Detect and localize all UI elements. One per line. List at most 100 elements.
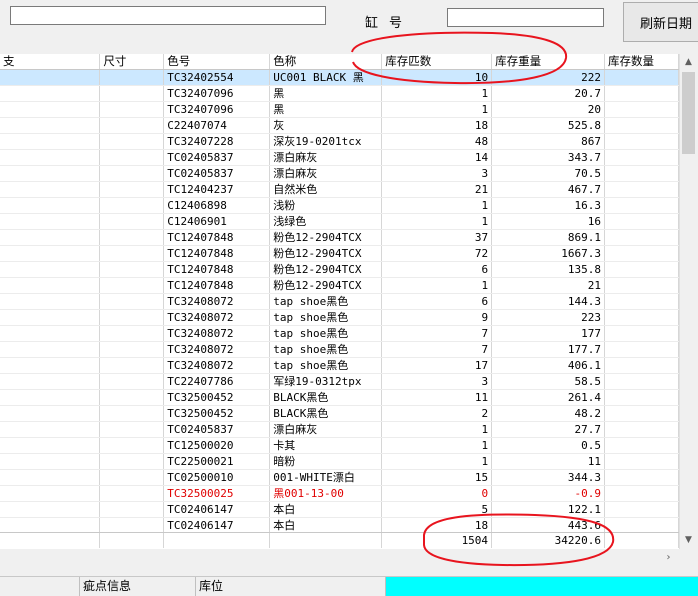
cell-stock-pieces[interactable]: 2 <box>381 405 493 422</box>
cell-branch[interactable] <box>0 389 101 406</box>
col-header-stock-weight[interactable]: 库存重量 <box>491 54 605 70</box>
cell-stock-weight[interactable]: 869.1 <box>491 229 605 246</box>
cell-size[interactable] <box>99 149 165 166</box>
cell-color-name[interactable]: BLACK黑色 <box>269 389 383 406</box>
cell-stock-pieces[interactable]: 14 <box>381 149 493 166</box>
vat-number-input[interactable] <box>447 8 604 27</box>
table-row[interactable]: TC32500452 BLACK黑色 2 48.2 <box>0 405 679 422</box>
cell-stock-quantity[interactable] <box>604 341 679 358</box>
cell-branch[interactable] <box>0 261 101 278</box>
cell-stock-quantity[interactable] <box>604 501 679 518</box>
cell-color-code[interactable]: C12406901 <box>163 213 271 230</box>
cell-stock-quantity[interactable] <box>604 213 679 230</box>
table-row[interactable]: TC22407786 军绿19-0312tpx 3 58.5 <box>0 373 679 390</box>
cell-size[interactable] <box>99 85 165 102</box>
cell-color-name[interactable]: 深灰19-0201tcx <box>269 133 383 150</box>
cell-color-name[interactable]: BLACK黑色 <box>269 405 383 422</box>
cell-size[interactable] <box>99 437 165 454</box>
cell-stock-quantity[interactable] <box>604 437 679 454</box>
cell-color-code[interactable]: TC32402554 <box>163 69 271 86</box>
cell-stock-weight[interactable]: 20 <box>491 101 605 118</box>
cell-stock-pieces[interactable]: 1 <box>381 101 493 118</box>
filter-input[interactable] <box>10 6 326 25</box>
cell-stock-quantity[interactable] <box>604 277 679 294</box>
cell-size[interactable] <box>99 293 165 310</box>
cell-color-code[interactable]: TC02500010 <box>163 469 271 486</box>
cell-stock-quantity[interactable] <box>604 485 679 502</box>
cell-color-name[interactable]: 漂白麻灰 <box>269 421 383 438</box>
table-row[interactable]: TC32407096 黑 1 20.7 <box>0 85 679 102</box>
cell-stock-pieces[interactable]: 1 <box>381 213 493 230</box>
cell-stock-quantity[interactable] <box>604 453 679 470</box>
cell-color-code[interactable]: TC32407228 <box>163 133 271 150</box>
cell-stock-pieces[interactable]: 3 <box>381 373 493 390</box>
col-header-branch[interactable]: 支 <box>0 54 101 70</box>
cell-branch[interactable] <box>0 197 101 214</box>
table-row[interactable]: TC02406147 本白 5 122.1 <box>0 501 679 518</box>
cell-color-code[interactable]: TC12407848 <box>163 245 271 262</box>
cell-stock-quantity[interactable] <box>604 293 679 310</box>
cell-branch[interactable] <box>0 181 101 198</box>
cell-branch[interactable] <box>0 133 101 150</box>
cell-branch[interactable] <box>0 421 101 438</box>
cell-stock-quantity[interactable] <box>604 261 679 278</box>
cell-color-name[interactable]: 粉色12-2904TCX <box>269 277 383 294</box>
cell-size[interactable] <box>99 453 165 470</box>
cell-size[interactable] <box>99 325 165 342</box>
cell-branch[interactable] <box>0 229 101 246</box>
table-row[interactable]: TC32407228 深灰19-0201tcx 48 867 <box>0 133 679 150</box>
cell-color-name[interactable]: tap shoe黑色 <box>269 357 383 374</box>
cell-stock-quantity[interactable] <box>604 357 679 374</box>
cell-branch[interactable] <box>0 213 101 230</box>
cell-stock-quantity[interactable] <box>604 133 679 150</box>
refresh-date-button[interactable]: 刷新日期 <box>623 2 698 42</box>
cell-color-name[interactable]: 暗粉 <box>269 453 383 470</box>
cell-color-name[interactable]: 本白 <box>269 501 383 518</box>
cell-stock-quantity[interactable] <box>604 373 679 390</box>
cell-stock-pieces[interactable]: 7 <box>381 325 493 342</box>
cell-size[interactable] <box>99 389 165 406</box>
cell-color-name[interactable]: tap shoe黑色 <box>269 293 383 310</box>
cell-size[interactable] <box>99 197 165 214</box>
table-row[interactable]: C12406901 浅绿色 1 16 <box>0 213 679 230</box>
cell-branch[interactable] <box>0 453 101 470</box>
cell-color-code[interactable]: TC32500025 <box>163 485 271 502</box>
cell-stock-pieces[interactable]: 9 <box>381 309 493 326</box>
col-header-color-name[interactable]: 色称 <box>269 54 383 70</box>
cell-stock-weight[interactable]: 58.5 <box>491 373 605 390</box>
table-row[interactable]: TC12407848 粉色12-2904TCX 37 869.1 <box>0 229 679 246</box>
cell-size[interactable] <box>99 469 165 486</box>
col-header-stock-pieces[interactable]: 库存匹数 <box>381 54 493 70</box>
cell-branch[interactable] <box>0 165 101 182</box>
cell-color-code[interactable]: TC02405837 <box>163 421 271 438</box>
cell-color-name[interactable]: 本白 <box>269 517 383 532</box>
cell-stock-pieces[interactable]: 1 <box>381 437 493 454</box>
table-row[interactable]: TC12407848 粉色12-2904TCX 72 1667.3 <box>0 245 679 262</box>
cell-stock-weight[interactable]: 21 <box>491 277 605 294</box>
cell-stock-weight[interactable]: 525.8 <box>491 117 605 134</box>
cell-stock-weight[interactable]: 20.7 <box>491 85 605 102</box>
cell-size[interactable] <box>99 213 165 230</box>
cell-color-name[interactable]: tap shoe黑色 <box>269 325 383 342</box>
table-row[interactable]: TC32408072 tap shoe黑色 7 177 <box>0 325 679 342</box>
table-row[interactable]: TC02405837 漂白麻灰 14 343.7 <box>0 149 679 166</box>
cell-size[interactable] <box>99 373 165 390</box>
table-row[interactable]: TC02405837 漂白麻灰 1 27.7 <box>0 421 679 438</box>
cell-size[interactable] <box>99 165 165 182</box>
cell-size[interactable] <box>99 261 165 278</box>
cell-stock-quantity[interactable] <box>604 421 679 438</box>
cell-color-name[interactable]: 黑 <box>269 85 383 102</box>
defect-info-tab[interactable]: 疵点信息 <box>80 577 196 596</box>
location-tab[interactable]: 库位 <box>196 577 386 596</box>
cell-color-name[interactable]: 浅粉 <box>269 197 383 214</box>
cell-color-name[interactable]: 自然米色 <box>269 181 383 198</box>
table-row[interactable]: TC12407848 粉色12-2904TCX 6 135.8 <box>0 261 679 278</box>
col-header-size[interactable]: 尺寸 <box>99 54 165 70</box>
cell-color-name[interactable]: 黑 <box>269 101 383 118</box>
cell-branch[interactable] <box>0 437 101 454</box>
cell-branch[interactable] <box>0 373 101 390</box>
cell-stock-pieces[interactable]: 10 <box>381 69 493 86</box>
cell-stock-quantity[interactable] <box>604 469 679 486</box>
cell-stock-pieces[interactable]: 17 <box>381 357 493 374</box>
cell-color-code[interactable]: TC02406147 <box>163 517 271 532</box>
